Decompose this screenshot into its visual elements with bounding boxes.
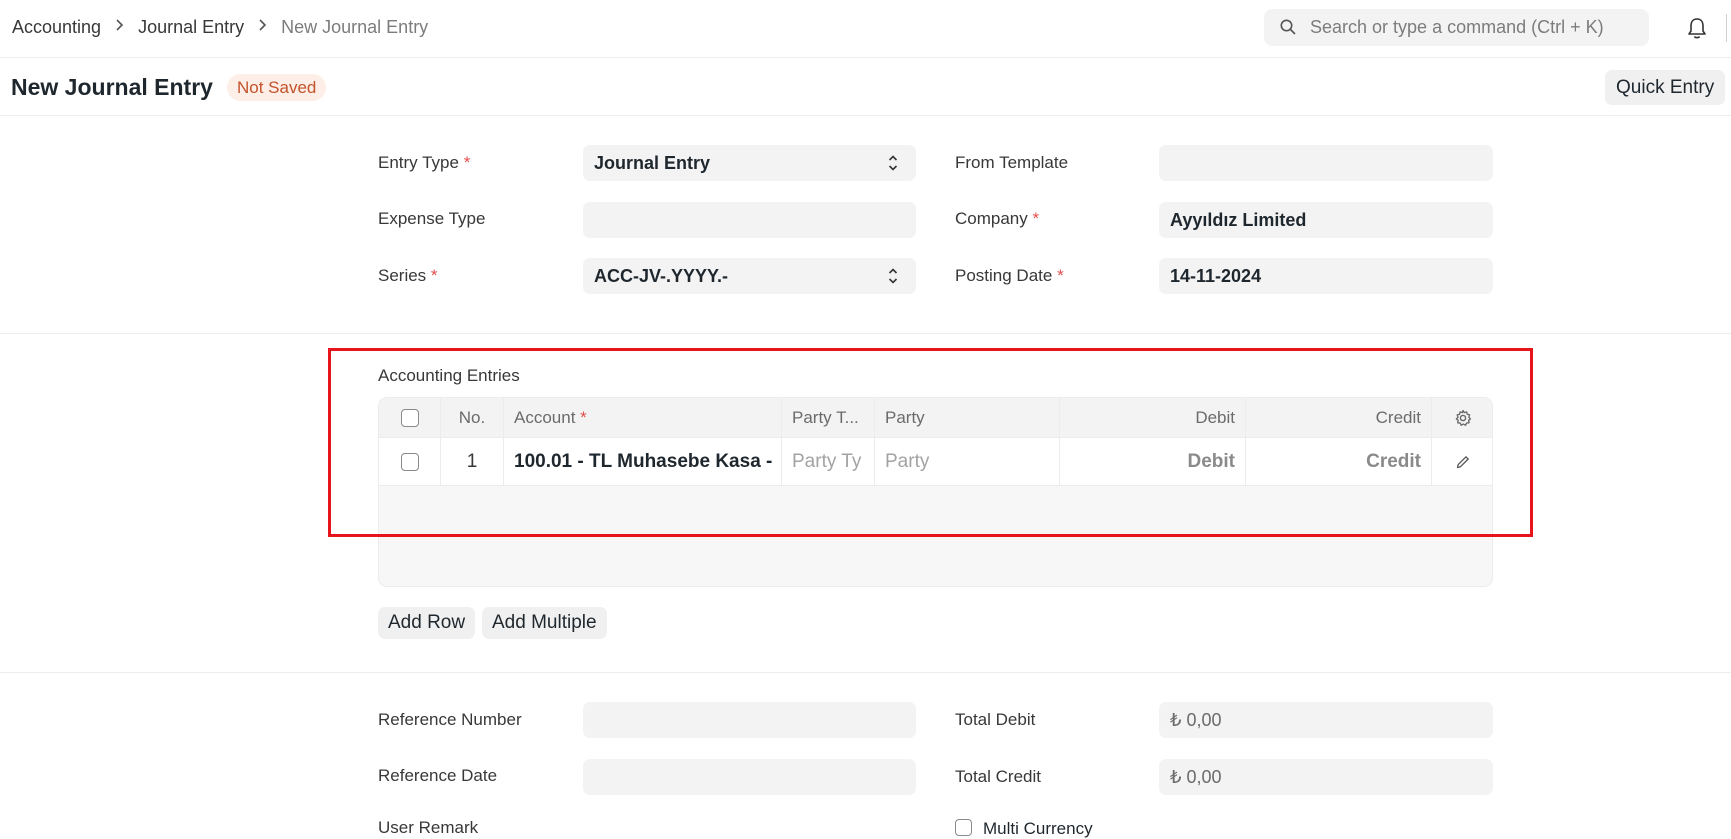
navbar-divider bbox=[1726, 14, 1727, 42]
grid-header-checkbox-cell bbox=[379, 398, 441, 437]
select-arrows-icon bbox=[888, 268, 898, 284]
select-all-checkbox[interactable] bbox=[400, 408, 419, 427]
reference-date-input[interactable] bbox=[583, 759, 916, 795]
grid-title: Accounting Entries bbox=[378, 366, 520, 385]
bell-icon[interactable] bbox=[1686, 16, 1708, 40]
required-mark: * bbox=[580, 407, 587, 427]
row-party-type-input[interactable]: Party Ty bbox=[782, 438, 875, 485]
series-value: ACC-JV-.YYYY.- bbox=[594, 266, 729, 286]
expense-type-input[interactable] bbox=[583, 202, 916, 238]
breadcrumb-accounting[interactable]: Accounting bbox=[12, 17, 101, 38]
select-arrows-icon bbox=[888, 155, 898, 171]
company-input[interactable]: Ayyıldız Limited bbox=[1159, 202, 1493, 238]
entry-type-value: Journal Entry bbox=[594, 153, 711, 173]
reference-number-input[interactable] bbox=[583, 702, 916, 738]
chevron-right-icon bbox=[258, 18, 267, 37]
column-party: Party bbox=[875, 398, 1060, 437]
pencil-icon[interactable] bbox=[1455, 454, 1471, 470]
breadcrumb: Accounting Journal Entry New Journal Ent… bbox=[12, 17, 428, 38]
required-mark: * bbox=[1057, 266, 1064, 285]
gear-icon[interactable] bbox=[1454, 409, 1472, 427]
reference-date-label: Reference Date bbox=[378, 766, 498, 785]
navbar: Accounting Journal Entry New Journal Ent… bbox=[0, 0, 1731, 58]
table-row[interactable]: 1 100.01 - TL Muhasebe Kasa - Party Ty P… bbox=[379, 438, 1492, 486]
row-party-input[interactable]: Party bbox=[875, 438, 1060, 485]
row-account-input[interactable]: 100.01 - TL Muhasebe Kasa - bbox=[504, 438, 782, 485]
column-no: No. bbox=[441, 398, 504, 437]
row-checkbox-cell bbox=[379, 438, 441, 485]
breadcrumb-new-journal-entry: New Journal Entry bbox=[281, 17, 429, 37]
expense-type-label: Expense Type bbox=[378, 209, 486, 228]
total-debit-field: ₺ 0,00 bbox=[1159, 702, 1493, 738]
entry-type-select[interactable]: Journal Entry bbox=[583, 145, 916, 181]
entry-type-label-text: Entry Type bbox=[378, 153, 459, 172]
quick-entry-button[interactable]: Quick Entry bbox=[1605, 70, 1726, 105]
section-divider bbox=[0, 333, 1731, 334]
page-title: New Journal Entry bbox=[11, 74, 213, 100]
series-select[interactable]: ACC-JV-.YYYY.- bbox=[583, 258, 916, 294]
column-party-type: Party T... bbox=[782, 398, 875, 437]
search-icon bbox=[1280, 19, 1296, 35]
series-label: Series * bbox=[378, 266, 438, 286]
column-account: Account * bbox=[504, 398, 782, 437]
accounting-entries-grid: No. Account * Party T... Party Debit Cre… bbox=[378, 397, 1493, 587]
column-debit: Debit bbox=[1060, 398, 1246, 437]
row-credit-input[interactable]: Credit bbox=[1246, 438, 1432, 485]
add-row-button[interactable]: Add Row bbox=[378, 607, 476, 639]
total-credit-field: ₺ 0,00 bbox=[1159, 759, 1493, 795]
page-head: New Journal Entry Not Saved Quick Entry bbox=[0, 58, 1731, 116]
search-input[interactable] bbox=[1310, 9, 1640, 46]
row-debit-input[interactable]: Debit bbox=[1060, 438, 1246, 485]
required-mark: * bbox=[463, 153, 471, 172]
company-label: Company * bbox=[955, 209, 1039, 229]
search-bar[interactable] bbox=[1264, 9, 1649, 46]
row-checkbox[interactable] bbox=[400, 452, 419, 471]
column-credit: Credit bbox=[1246, 398, 1432, 437]
grid-header-row: No. Account * Party T... Party Debit Cre… bbox=[379, 398, 1492, 438]
entry-type-label: Entry Type * bbox=[378, 153, 470, 173]
posting-date-label: Posting Date * bbox=[955, 266, 1064, 286]
grid-settings-cell bbox=[1432, 398, 1492, 437]
company-label-text: Company bbox=[955, 209, 1028, 228]
row-no: 1 bbox=[441, 438, 504, 485]
total-debit-label: Total Debit bbox=[955, 710, 1036, 729]
series-label-text: Series bbox=[378, 266, 427, 285]
user-remark-label: User Remark bbox=[378, 818, 479, 837]
multi-currency-label: Multi Currency bbox=[983, 819, 1093, 838]
column-account-label: Account bbox=[514, 407, 576, 427]
total-credit-label: Total Credit bbox=[955, 767, 1041, 786]
posting-date-input[interactable]: 14-11-2024 bbox=[1159, 258, 1493, 294]
chevron-right-icon bbox=[115, 18, 124, 37]
multi-currency-checkbox[interactable] bbox=[955, 819, 972, 836]
status-badge: Not Saved bbox=[227, 74, 327, 101]
from-template-input[interactable] bbox=[1159, 145, 1493, 181]
required-mark: * bbox=[1032, 209, 1040, 228]
add-multiple-button[interactable]: Add Multiple bbox=[482, 607, 607, 639]
from-template-label: From Template bbox=[955, 153, 1069, 172]
reference-number-label: Reference Number bbox=[378, 710, 522, 729]
breadcrumb-journal-entry[interactable]: Journal Entry bbox=[138, 17, 244, 38]
posting-date-label-text: Posting Date bbox=[955, 266, 1053, 285]
section-divider bbox=[0, 672, 1731, 673]
row-edit-cell bbox=[1432, 438, 1492, 485]
required-mark: * bbox=[430, 266, 438, 285]
